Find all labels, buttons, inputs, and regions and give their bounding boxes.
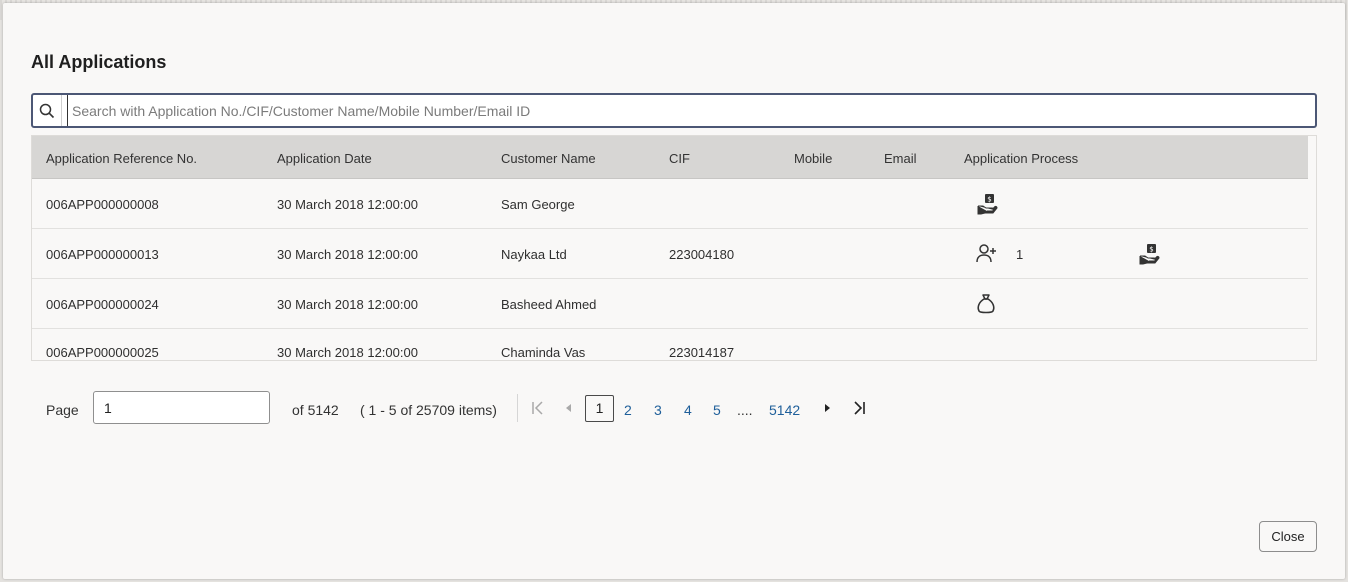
process-count: 1 [1016,247,1024,262]
reference-cell[interactable]: 006APP000000008 [46,197,159,212]
page-link-2[interactable]: 2 [624,402,632,418]
last-page-icon[interactable] [852,399,866,420]
customer-cell: Naykaa Ltd [501,247,567,262]
pagination-divider [517,394,518,422]
search-icon[interactable] [33,95,62,126]
pagination-ellipsis: .... [737,402,753,418]
previous-page-icon[interactable] [564,399,574,420]
hand-money-icon[interactable]: $ [1138,243,1160,270]
svg-text:$: $ [1149,246,1153,254]
table-row[interactable]: 006APP000000024 30 March 2018 12:00:00 B… [32,279,1308,329]
page-link-3[interactable]: 3 [654,402,662,418]
hand-money-icon[interactable]: $ [976,193,998,220]
total-pages-text: of 5142 [292,402,339,418]
column-header-customer[interactable]: Customer Name [501,151,596,166]
table-header: Application Reference No. Application Da… [32,136,1308,179]
items-range-text: ( 1 - 5 of 25709 items) [360,402,497,418]
reference-cell[interactable]: 006APP000000025 [46,345,159,360]
date-cell: 30 March 2018 12:00:00 [277,297,418,312]
dialog-title: All Applications [31,52,167,72]
money-bag-icon[interactable] [976,293,996,320]
close-button[interactable]: Close [1259,521,1317,552]
page-link-5[interactable]: 5 [713,402,721,418]
column-header-reference[interactable]: Application Reference No. [46,151,197,166]
customer-cell: Sam George [501,197,575,212]
date-cell: 30 March 2018 12:00:00 [277,345,418,360]
cif-cell: 223004180 [669,247,735,262]
column-header-email[interactable]: Email [884,151,917,166]
table-row[interactable]: 006APP000000013 30 March 2018 12:00:00 N… [32,229,1308,279]
search-bar [31,93,1317,128]
table-row[interactable]: 006APP000000025 30 March 2018 12:00:00 C… [32,329,1308,360]
all-applications-dialog: All Applications Application Reference N… [3,3,1345,579]
page-link-4[interactable]: 4 [684,402,692,418]
column-header-cif[interactable]: CIF [669,151,690,166]
customer-cell: Chaminda Vas [501,345,586,360]
customer-cell: Basheed Ahmed [501,297,597,312]
column-header-mobile[interactable]: Mobile [794,151,832,166]
pagination: Page of 5142 ( 1 - 5 of 25709 items) 1 2… [3,391,1345,427]
column-header-process[interactable]: Application Process [964,151,1078,166]
reference-cell[interactable]: 006APP000000024 [46,297,159,312]
cif-cell: 223014187 [669,345,735,360]
search-input[interactable] [67,95,1302,126]
svg-text:$: $ [987,196,991,204]
column-header-date[interactable]: Application Date [277,151,372,166]
reference-cell[interactable]: 006APP000000013 [46,247,159,262]
table-row[interactable]: 006APP000000008 30 March 2018 12:00:00 S… [32,179,1308,229]
page-label: Page [46,402,79,418]
date-cell: 30 March 2018 12:00:00 [277,247,418,262]
page-link-last[interactable]: 5142 [769,402,800,418]
page-number-input[interactable] [93,391,270,424]
current-page-indicator[interactable]: 1 [585,395,614,422]
applications-table: Application Reference No. Application Da… [31,135,1317,361]
first-page-icon[interactable] [531,399,545,420]
date-cell: 30 March 2018 12:00:00 [277,197,418,212]
next-page-icon[interactable] [822,399,832,420]
add-user-icon[interactable] [976,243,998,270]
